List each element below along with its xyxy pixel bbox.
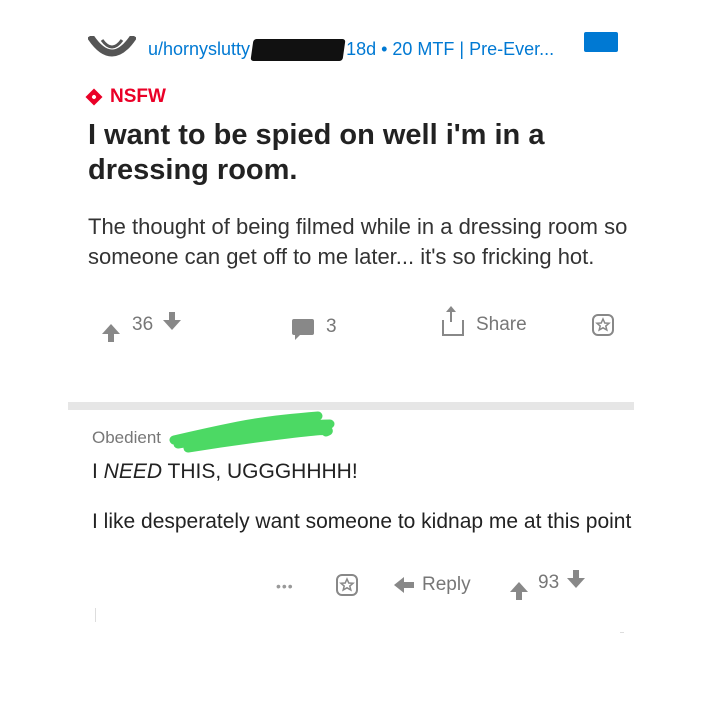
redaction-mark [250, 39, 346, 62]
post-header: u/hornyslutty 18d • 20 MTF | Pre-Ever... [88, 28, 618, 68]
comment-headline-prefix: I [92, 460, 104, 483]
comment-body: I like desperately want someone to kidna… [92, 510, 632, 533]
save-badge-icon[interactable] [584, 32, 618, 52]
more-icon[interactable]: ••• [276, 578, 294, 594]
share-button[interactable]: Share [442, 306, 527, 336]
comment-icon [292, 319, 314, 340]
upvote-icon[interactable] [510, 582, 528, 600]
comment-vote-group: 93 [510, 570, 586, 600]
gold-icon [592, 314, 614, 336]
comment-headline-emphasis: NEED [103, 460, 163, 483]
post-action-bar: 36 3 Share [96, 306, 626, 342]
post-meta: 18d • 20 MTF | Pre-Ever... [346, 39, 555, 59]
post-body: The thought of being filmed while in a d… [88, 214, 628, 269]
post-score: 36 [132, 314, 154, 335]
downvote-icon[interactable] [567, 570, 586, 588]
comment-score: 93 [538, 572, 560, 593]
downvote-icon[interactable] [163, 312, 182, 330]
nsfw-label: NSFW [110, 86, 166, 107]
comments-button[interactable]: 3 [292, 316, 337, 340]
comment-count: 3 [326, 316, 337, 337]
upvote-icon[interactable] [102, 324, 120, 342]
comment-author[interactable]: Obedient [92, 428, 161, 448]
comment-headline: I NEED THIS, UGGGHHHH! [92, 460, 358, 484]
subreddit-icon[interactable] [88, 36, 136, 64]
nsfw-flair: NSFW [85, 86, 166, 108]
divider-mark [620, 632, 624, 633]
reply-label: Reply [422, 574, 471, 595]
post-vote-group: 36 [102, 312, 182, 342]
reply-button[interactable]: Reply [394, 574, 471, 596]
post-author-link[interactable]: u/hornyslutty [148, 39, 250, 59]
section-divider [68, 402, 634, 410]
share-icon [442, 306, 464, 336]
thread-line [95, 608, 96, 622]
gold-icon[interactable] [336, 574, 358, 596]
comment-headline-suffix: THIS, UGGGHHHH! [162, 460, 358, 483]
redaction-scribble [169, 411, 335, 453]
nsfw-icon [85, 88, 103, 106]
share-label: Share [476, 314, 527, 335]
post-byline: u/hornyslutty 18d • 20 MTF | Pre-Ever... [148, 39, 555, 62]
gold-button[interactable] [592, 314, 614, 336]
post-title[interactable]: I want to be spied on well i'm in a dres… [88, 118, 608, 188]
comment-action-bar: ••• Reply 93 [276, 570, 616, 600]
reply-icon [394, 577, 414, 593]
